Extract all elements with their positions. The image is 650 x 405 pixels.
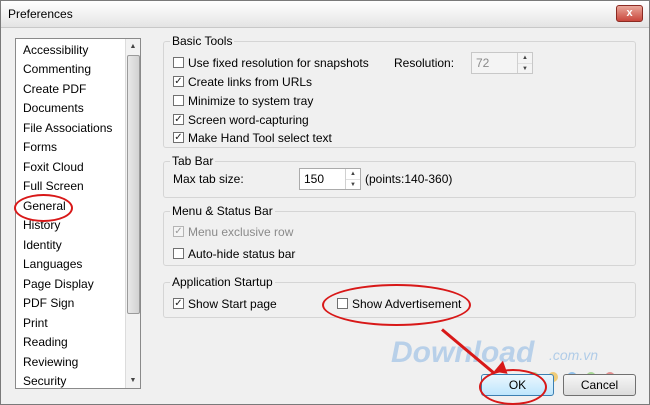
- category-item-forms[interactable]: Forms: [23, 139, 57, 156]
- word-capturing-checkbox[interactable]: ✓: [173, 114, 184, 125]
- title-bar[interactable]: Preferences x: [1, 1, 649, 28]
- category-item-languages[interactable]: Languages: [23, 256, 82, 273]
- category-item-page-display[interactable]: Page Display: [23, 276, 94, 293]
- category-item-commenting[interactable]: Commenting: [23, 61, 91, 78]
- max-tab-size-label: Max tab size:: [173, 172, 244, 186]
- hand-tool-label: Make Hand Tool select text: [188, 131, 332, 145]
- watermark-domain: .com.vn: [549, 347, 599, 363]
- category-item-create-pdf[interactable]: Create PDF: [23, 81, 86, 98]
- dialog-title: Preferences: [8, 7, 73, 21]
- resolution-label: Resolution:: [394, 56, 455, 70]
- category-item-pdf-sign[interactable]: PDF Sign: [23, 295, 74, 312]
- category-item-security[interactable]: Security: [23, 373, 66, 390]
- preferences-dialog: Preferences x Accessibility Commenting C…: [0, 0, 650, 405]
- advertisement-highlight-ellipse: [322, 284, 471, 326]
- menu-exclusive-label: Menu exclusive row: [188, 225, 294, 239]
- tab-size-down-icon[interactable]: ▼: [346, 179, 360, 190]
- category-item-reviewing[interactable]: Reviewing: [23, 354, 78, 371]
- create-links-label: Create links from URLs: [188, 75, 313, 89]
- tab-bar-title: Tab Bar: [170, 154, 216, 168]
- app-startup-title: Application Startup: [170, 275, 275, 289]
- show-start-checkbox[interactable]: ✓: [173, 298, 184, 309]
- category-item-identity[interactable]: Identity: [23, 237, 62, 254]
- category-item-reading[interactable]: Reading: [23, 334, 68, 351]
- fixed-resolution-checkbox[interactable]: [173, 57, 184, 68]
- category-scrollbar[interactable]: ▲ ▼: [125, 39, 140, 388]
- scroll-up-arrow-icon[interactable]: ▲: [126, 39, 140, 54]
- fixed-resolution-label: Use fixed resolution for snapshots: [188, 56, 369, 70]
- category-item-foxit-cloud[interactable]: Foxit Cloud: [23, 159, 84, 176]
- category-item-full-screen[interactable]: Full Screen: [23, 178, 84, 195]
- auto-hide-label: Auto-hide status bar: [188, 247, 296, 261]
- resolution-stepper[interactable]: 72 ▲ ▼: [471, 52, 533, 74]
- category-item-accessibility[interactable]: Accessibility: [23, 42, 88, 59]
- scroll-thumb[interactable]: [127, 55, 140, 314]
- category-item-file-associations[interactable]: File Associations: [23, 120, 112, 137]
- create-links-checkbox[interactable]: ✓: [173, 76, 184, 87]
- auto-hide-checkbox[interactable]: [173, 248, 184, 259]
- show-start-label: Show Start page: [188, 297, 277, 311]
- max-tab-size-stepper[interactable]: 150 ▲ ▼: [299, 168, 361, 190]
- minimize-tray-label: Minimize to system tray: [188, 94, 314, 108]
- watermark-brand: Download: [391, 336, 535, 369]
- hand-tool-checkbox[interactable]: ✓: [173, 132, 184, 143]
- resolution-down-icon[interactable]: ▼: [518, 63, 532, 74]
- tab-size-range-hint: (points:140-360): [365, 172, 453, 186]
- ok-highlight-ellipse: [479, 369, 547, 405]
- category-item-documents[interactable]: Documents: [23, 100, 84, 117]
- menu-exclusive-checkbox: ✓: [173, 226, 184, 237]
- tab-size-up-icon[interactable]: ▲: [346, 169, 360, 179]
- resolution-value: 72: [476, 56, 490, 70]
- category-item-print[interactable]: Print: [23, 315, 48, 332]
- scroll-down-arrow-icon[interactable]: ▼: [126, 373, 140, 388]
- close-button[interactable]: x: [616, 5, 643, 22]
- minimize-tray-checkbox[interactable]: [173, 95, 184, 106]
- max-tab-size-value: 150: [304, 172, 325, 186]
- general-highlight-ellipse: [14, 194, 73, 222]
- resolution-up-icon[interactable]: ▲: [518, 53, 532, 63]
- menu-status-title: Menu & Status Bar: [170, 204, 275, 218]
- cancel-button[interactable]: Cancel: [563, 374, 636, 396]
- basic-tools-title: Basic Tools: [170, 34, 235, 48]
- word-capturing-label: Screen word-capturing: [188, 113, 309, 127]
